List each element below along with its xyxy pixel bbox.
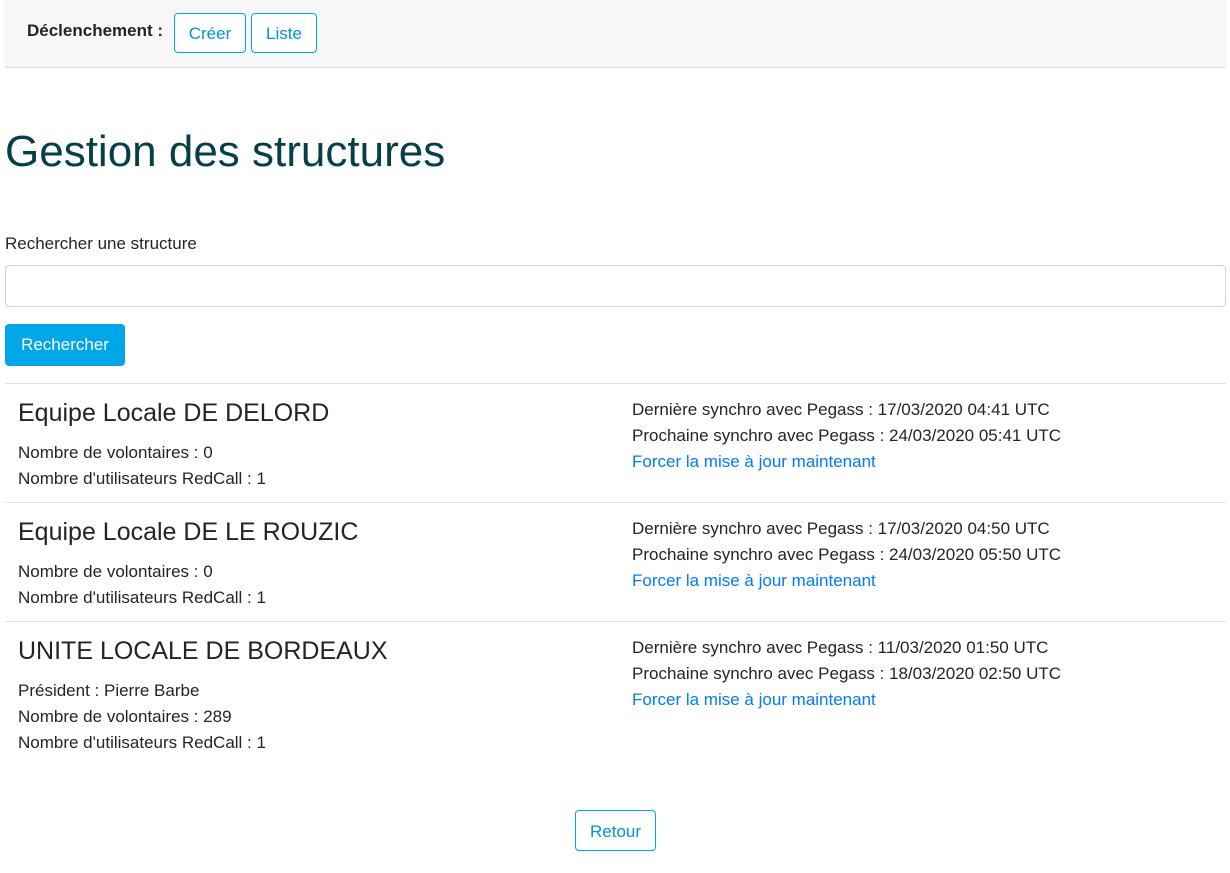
redcall-users-count: Nombre d'utilisateurs RedCall : 1 (18, 588, 266, 607)
sync-info: Dernière synchro avec Pegass : 17/03/202… (632, 516, 1061, 594)
force-update-link[interactable]: Forcer la mise à jour maintenant (632, 571, 876, 590)
structure-item: Equipe Locale DE LE ROUZIC Nombre de vol… (5, 502, 1226, 621)
next-sync: Prochaine synchro avec Pegass : 24/03/20… (632, 426, 1062, 445)
search-button[interactable]: Rechercher (5, 324, 125, 366)
sync-info: Dernière synchro avec Pegass : 11/03/202… (632, 635, 1061, 713)
next-sync: Prochaine synchro avec Pegass : 18/03/20… (632, 664, 1062, 683)
search-label: Rechercher une structure (5, 234, 197, 253)
volunteers-count: Nombre de volontaires : 289 (18, 707, 232, 726)
search-input[interactable] (5, 265, 1226, 307)
last-sync: Dernière synchro avec Pegass : 17/03/202… (632, 400, 1050, 419)
president: Président : Pierre Barbe (18, 681, 200, 700)
structure-info: Nombre de volontaires : 0 Nombre d'utili… (18, 440, 266, 492)
structure-name: Equipe Locale DE LE ROUZIC (18, 518, 359, 546)
last-sync: Dernière synchro avec Pegass : 11/03/202… (632, 638, 1049, 657)
structure-item: UNITE LOCALE DE BORDEAUX Président : Pie… (5, 621, 1226, 766)
volunteers-count: Nombre de volontaires : 0 (18, 562, 213, 581)
sync-info: Dernière synchro avec Pegass : 17/03/202… (632, 397, 1061, 475)
structure-name: UNITE LOCALE DE BORDEAUX (18, 637, 388, 665)
trigger-label: Déclenchement : (27, 21, 164, 40)
next-sync: Prochaine synchro avec Pegass : 24/03/20… (632, 545, 1062, 564)
structure-info: Président : Pierre Barbe Nombre de volon… (18, 678, 266, 756)
volunteers-count: Nombre de volontaires : 0 (18, 443, 213, 462)
page-title: Gestion des structures (5, 127, 446, 176)
redcall-users-count: Nombre d'utilisateurs RedCall : 1 (18, 469, 266, 488)
force-update-link[interactable]: Forcer la mise à jour maintenant (632, 690, 876, 709)
create-trigger-button[interactable]: Créer (174, 13, 246, 53)
list-triggers-button[interactable]: Liste (251, 13, 317, 53)
last-sync: Dernière synchro avec Pegass : 17/03/202… (632, 519, 1050, 538)
structure-name: Equipe Locale DE DELORD (18, 399, 330, 427)
redcall-users-count: Nombre d'utilisateurs RedCall : 1 (18, 733, 266, 752)
force-update-link[interactable]: Forcer la mise à jour maintenant (632, 452, 876, 471)
structure-item: Equipe Locale DE DELORD Nombre de volont… (5, 383, 1226, 502)
structure-info: Nombre de volontaires : 0 Nombre d'utili… (18, 559, 266, 611)
back-button[interactable]: Retour (575, 810, 656, 851)
